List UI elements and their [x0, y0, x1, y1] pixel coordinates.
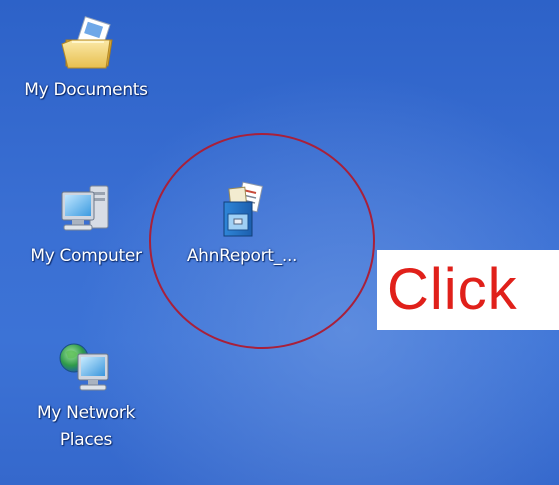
click-callout-text: Click: [387, 257, 518, 322]
desktop-background[interactable]: My Documents My Computer AhnReport_... M…: [0, 0, 559, 485]
click-callout-box: Click: [377, 250, 559, 330]
my-computer-icon: [54, 178, 118, 242]
desktop-icon-my-documents[interactable]: My Documents: [6, 12, 166, 104]
desktop-icon-label: My Documents: [24, 80, 148, 100]
highlight-circle-annotation: [149, 133, 375, 349]
desktop-icon-label-line-1: My Network: [36, 403, 136, 423]
desktop-icon-label: My Computer: [30, 246, 142, 266]
network-places-icon: [54, 336, 118, 400]
desktop-icon-label-line-2: Places: [59, 430, 113, 450]
my-documents-folder-icon: [54, 12, 118, 76]
desktop-icon-my-computer[interactable]: My Computer: [6, 178, 166, 270]
desktop-icon-my-network-places[interactable]: My Network Places: [6, 336, 166, 454]
